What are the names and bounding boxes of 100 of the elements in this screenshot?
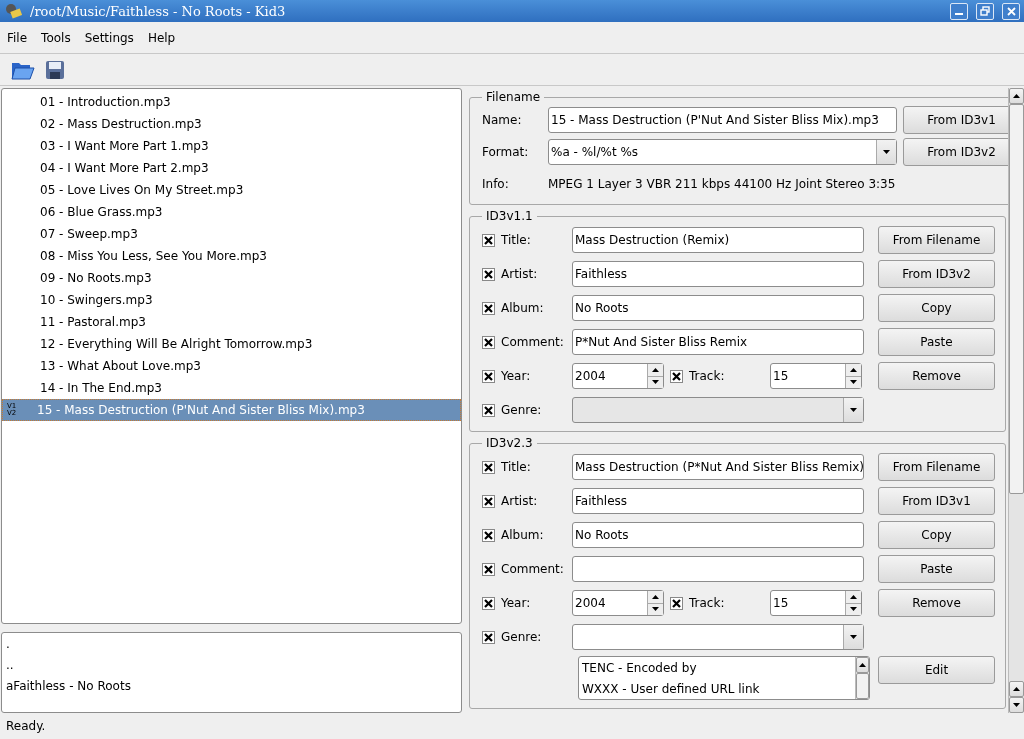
action-button[interactable]: From ID3v2: [878, 260, 995, 288]
field-label: Artist:: [501, 494, 538, 508]
genre-dropdown[interactable]: [572, 624, 864, 650]
field-label: Artist:: [501, 267, 538, 281]
checkbox[interactable]: [482, 335, 495, 349]
action-button[interactable]: From ID3v2: [903, 138, 1008, 166]
field-label: Track:: [689, 596, 725, 610]
down-arrow-icon: [1013, 703, 1020, 707]
action-button[interactable]: Copy: [878, 521, 995, 549]
frame-item[interactable]: TENC - Encoded by: [582, 661, 852, 675]
text-field[interactable]: No Roots: [572, 295, 864, 321]
spin-box[interactable]: 2004: [572, 590, 664, 616]
down-arrow-icon: [883, 150, 890, 154]
field-label: Title:: [501, 460, 531, 474]
field-label: Comment:: [501, 562, 564, 576]
field-label: Year:: [501, 596, 531, 610]
up-arrow-icon: [850, 594, 857, 599]
field-label: Album:: [501, 528, 544, 542]
checkbox[interactable]: [482, 630, 495, 644]
field-label: Track:: [689, 369, 725, 383]
checkbox[interactable]: [482, 562, 495, 576]
text-field[interactable]: P*Nut And Sister Bliss Remix: [572, 329, 864, 355]
restore-icon: [980, 6, 990, 16]
field-label: Genre:: [501, 403, 542, 417]
checkbox[interactable]: [482, 460, 495, 474]
field-label: Info:: [482, 177, 510, 191]
checkbox[interactable]: [670, 369, 683, 383]
file-row[interactable]: 10 - Swingers.mp3: [2, 289, 461, 311]
checkbox[interactable]: [482, 369, 495, 383]
field-label: Album:: [501, 301, 544, 315]
action-button[interactable]: From Filename: [878, 226, 995, 254]
down-arrow-icon: [850, 635, 857, 639]
scrollbar[interactable]: [855, 657, 869, 699]
action-button[interactable]: Edit: [878, 656, 995, 684]
checkbox[interactable]: [482, 301, 495, 315]
checkbox[interactable]: [482, 267, 495, 281]
scrollbar[interactable]: [1008, 88, 1024, 713]
checkbox[interactable]: [482, 233, 495, 247]
field-label: Year:: [501, 369, 531, 383]
checkbox[interactable]: [670, 596, 683, 610]
frame-item[interactable]: WXXX - User defined URL link: [582, 682, 852, 696]
checkbox[interactable]: [482, 528, 495, 542]
close-button[interactable]: [1002, 2, 1020, 20]
format-dropdown[interactable]: %a - %l/%t %s: [548, 139, 897, 165]
app-icon: [4, 2, 22, 20]
directory-item[interactable]: ..: [6, 658, 457, 672]
file-row[interactable]: 06 - Blue Grass.mp3: [2, 201, 461, 223]
field-label: Title:: [501, 233, 531, 247]
menu-item[interactable]: Help: [142, 28, 181, 47]
file-row[interactable]: 13 - What About Love.mp3: [2, 355, 461, 377]
close-icon: [1006, 6, 1016, 16]
text-field[interactable]: No Roots: [572, 522, 864, 548]
status-text: Ready.: [5, 718, 47, 735]
action-button[interactable]: Remove: [878, 362, 995, 390]
down-arrow-icon: [652, 380, 659, 385]
action-button[interactable]: Paste: [878, 555, 995, 583]
action-button[interactable]: From ID3v1: [903, 106, 1008, 134]
file-row[interactable]: 02 - Mass Destruction.mp3: [2, 113, 461, 135]
down-arrow-icon: [652, 607, 659, 612]
file-row[interactable]: 03 - I Want More Part 1.mp3: [2, 135, 461, 157]
file-row[interactable]: 12 - Everything Will Be Alright Tomorrow.mp3: [2, 333, 461, 355]
directory-item[interactable]: aFaithless - No Roots: [6, 679, 457, 693]
directory-item[interactable]: .: [6, 637, 457, 651]
text-field[interactable]: Mass Destruction (P*Nut And Sister Bliss Remix): [572, 454, 864, 480]
field-label: Format:: [482, 145, 530, 159]
file-row[interactable]: 08 - Miss You Less, See You More.mp3: [2, 245, 461, 267]
action-button[interactable]: Copy: [878, 294, 995, 322]
action-button[interactable]: From ID3v1: [878, 487, 995, 515]
down-arrow-icon: [850, 408, 857, 412]
text-field[interactable]: Faithless: [572, 261, 864, 287]
action-button[interactable]: From Filename: [878, 453, 995, 481]
group-title: ID3v1.1: [485, 209, 534, 223]
spin-box[interactable]: 2004: [572, 363, 664, 389]
file-row[interactable]: 07 - Sweep.mp3: [2, 223, 461, 245]
file-row[interactable]: 11 - Pastoral.mp3: [2, 311, 461, 333]
group-title: Filename: [485, 90, 542, 104]
menu-item[interactable]: Settings: [79, 28, 139, 47]
spin-box[interactable]: 15: [770, 590, 862, 616]
up-arrow-icon: [850, 367, 857, 372]
file-row[interactable]: 14 - In The End.mp3: [2, 377, 461, 399]
file-row[interactable]: 01 - Introduction.mp3: [2, 91, 461, 113]
name-field[interactable]: 15 - Mass Destruction (P'Nut And Sister Bliss Mix).mp3: [548, 107, 897, 133]
minimize-button[interactable]: [950, 2, 968, 20]
text-field[interactable]: Mass Destruction (Remix): [572, 227, 864, 253]
text-field[interactable]: [572, 556, 864, 582]
action-button[interactable]: Paste: [878, 328, 995, 356]
checkbox[interactable]: [482, 494, 495, 508]
info-text: MPEG 1 Layer 3 VBR 211 kbps 44100 Hz Joint Stereo 3:35: [548, 177, 896, 191]
spin-box[interactable]: 15: [770, 363, 862, 389]
menu-item[interactable]: Tools: [36, 28, 76, 47]
file-row[interactable]: 05 - Love Lives On My Street.mp3: [2, 179, 461, 201]
action-button[interactable]: Remove: [878, 589, 995, 617]
menu-item[interactable]: File: [2, 28, 33, 47]
group-title: ID3v2.3: [485, 436, 534, 450]
file-row[interactable]: 09 - No Roots.mp3: [2, 267, 461, 289]
checkbox[interactable]: [482, 596, 495, 610]
restore-button[interactable]: [976, 2, 994, 20]
text-field[interactable]: Faithless: [572, 488, 864, 514]
file-row[interactable]: 04 - I Want More Part 2.mp3: [2, 157, 461, 179]
down-arrow-icon: [850, 380, 857, 385]
